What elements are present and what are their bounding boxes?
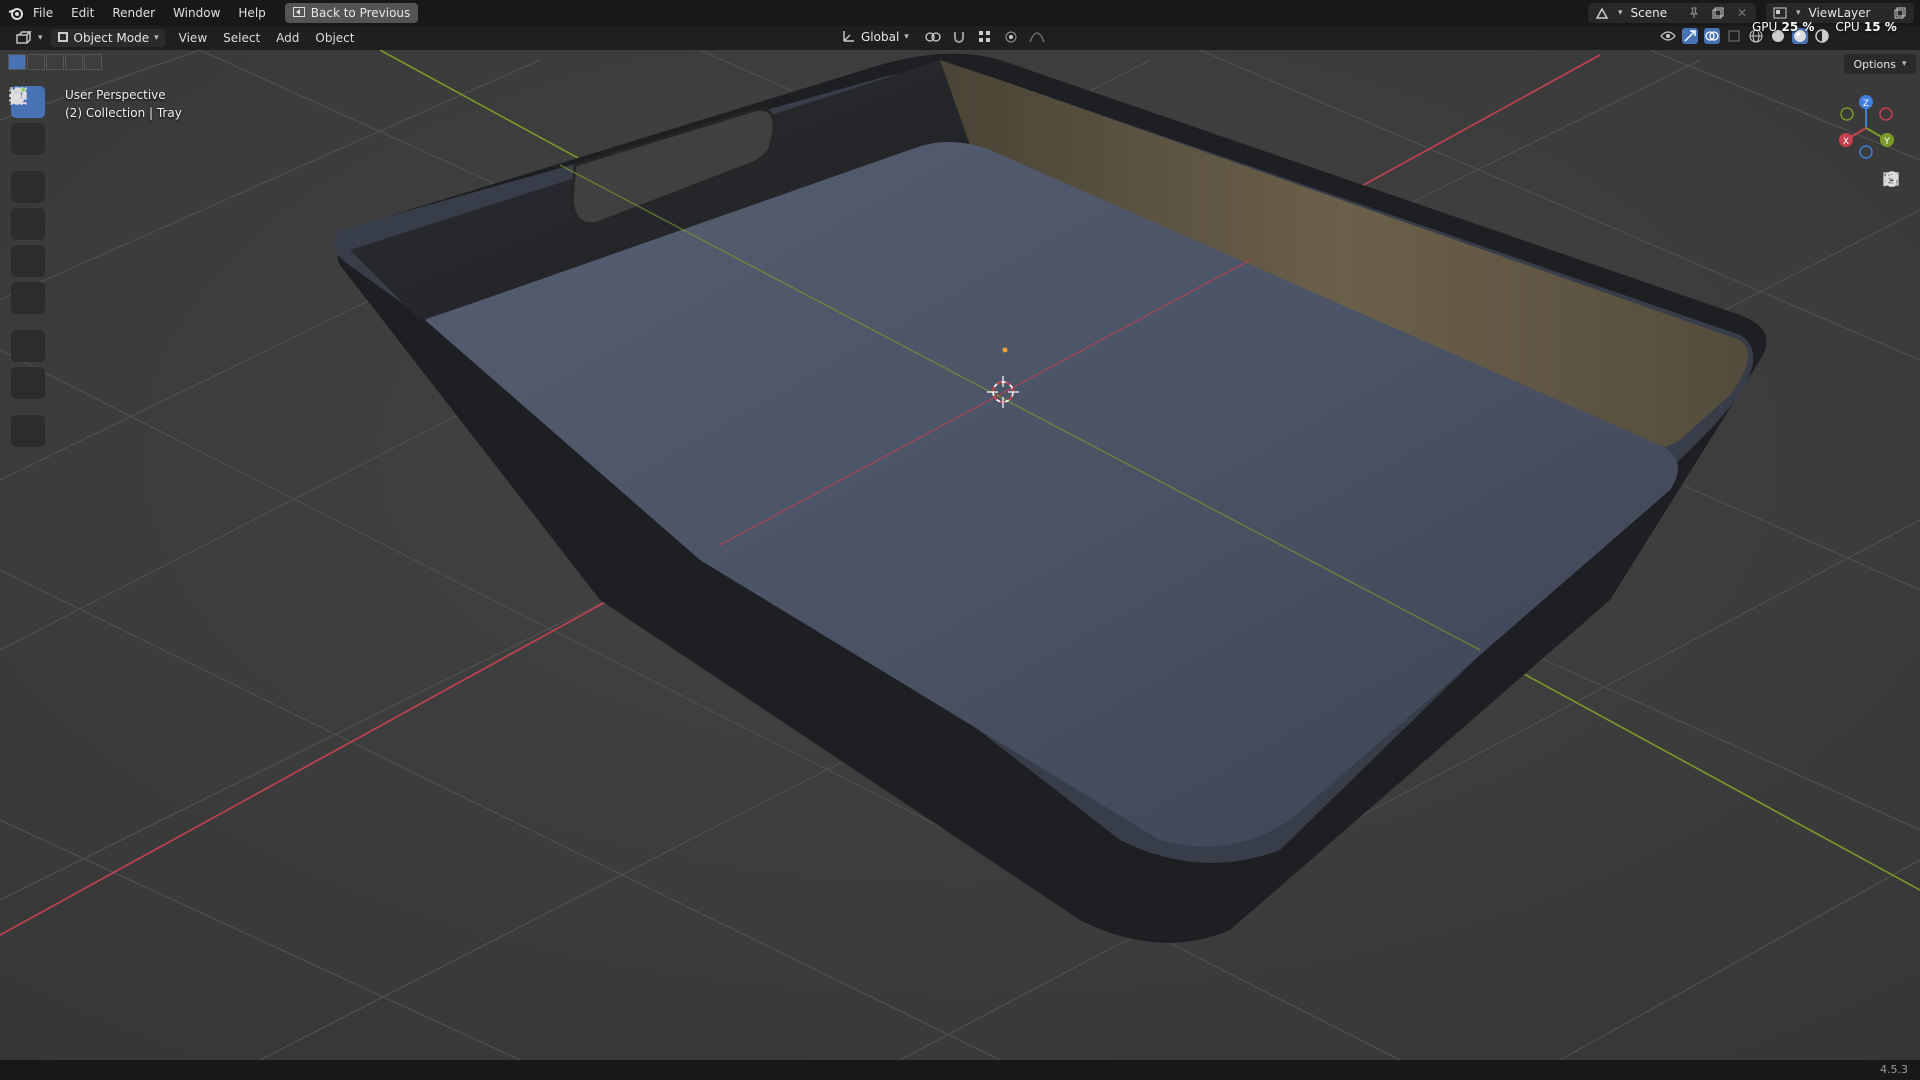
proportional-editing-icon[interactable] xyxy=(1003,29,1019,45)
perspective-toggle-icon[interactable] xyxy=(1882,172,1912,284)
add-cube-icon[interactable] xyxy=(11,87,45,447)
back-to-previous-label: Back to Previous xyxy=(310,6,411,20)
chevron-down-icon: ▾ xyxy=(154,33,159,43)
menu-window[interactable]: Window xyxy=(164,6,229,20)
status-bar: 4.5.3 xyxy=(0,1060,1920,1080)
viewport-scene xyxy=(0,50,1920,1060)
rotate-icon[interactable] xyxy=(11,89,45,240)
chevron-down-icon: ▾ xyxy=(904,32,909,42)
close-icon[interactable]: ✕ xyxy=(1734,5,1750,21)
cpu-value: 15 % xyxy=(1863,20,1897,34)
menu-add[interactable]: Add xyxy=(268,31,307,45)
view-layer-name[interactable]: ViewLayer xyxy=(1809,6,1884,20)
editor-type-icon[interactable] xyxy=(12,30,38,46)
overlays-icon[interactable] xyxy=(1704,28,1720,44)
move-icon[interactable] xyxy=(9,87,45,203)
navigation-buttons xyxy=(1882,170,1912,284)
version-label: 4.5.3 xyxy=(1880,1063,1908,1076)
chevron-down-icon: ▾ xyxy=(1901,59,1907,69)
tool-shelf xyxy=(8,86,48,447)
collection-label: (2) Collection | Tray xyxy=(65,106,182,120)
menu-view[interactable]: View xyxy=(171,31,215,45)
scene-name[interactable]: Scene xyxy=(1631,6,1678,20)
menu-file[interactable]: File xyxy=(24,6,62,20)
pan-hand-icon[interactable] xyxy=(1882,172,1912,224)
back-icon xyxy=(292,6,305,20)
scale-icon[interactable] xyxy=(11,88,45,277)
orientation-icon xyxy=(842,29,856,46)
perspective-label: User Perspective xyxy=(65,88,166,102)
menu-help[interactable]: Help xyxy=(229,6,274,20)
gpu-label: GPU xyxy=(1752,20,1778,34)
options-label: Options xyxy=(1853,57,1896,71)
scene-icon xyxy=(1594,5,1610,21)
snap-grid-icon[interactable] xyxy=(977,29,993,45)
menu-object[interactable]: Object xyxy=(307,31,362,45)
menu-edit[interactable]: Edit xyxy=(62,6,103,20)
gizmo-toggle-icon[interactable] xyxy=(1682,28,1698,44)
falloff-icon[interactable] xyxy=(1029,29,1045,45)
menu-select[interactable]: Select xyxy=(215,31,268,45)
scene-selector[interactable]: ▾ Scene ✕ xyxy=(1588,3,1756,23)
new-view-layer-icon[interactable] xyxy=(1892,5,1908,21)
cpu-label: CPU xyxy=(1835,20,1860,34)
object-mode-icon xyxy=(57,31,69,46)
camera-view-icon[interactable] xyxy=(1882,172,1912,254)
chevron-down-icon: ▾ xyxy=(38,33,43,43)
cursor-icon[interactable] xyxy=(9,87,45,155)
3d-viewport[interactable]: User Perspective (2) Collection | Tray O… xyxy=(0,50,1920,1060)
select-intersect-icon[interactable] xyxy=(84,54,102,70)
visibility-icon[interactable] xyxy=(1660,28,1676,44)
select-new-icon[interactable] xyxy=(8,54,26,70)
chevron-down-icon: ▾ xyxy=(1618,8,1623,18)
snap-icon[interactable] xyxy=(951,29,967,45)
measure-icon[interactable] xyxy=(11,89,45,399)
selection-mode-buttons xyxy=(8,54,102,70)
transform-orientation-dropdown[interactable]: Global ▾ xyxy=(836,28,915,46)
select-invert-icon[interactable] xyxy=(65,54,83,70)
pivot-point-icon[interactable] xyxy=(925,29,941,45)
new-scene-icon[interactable] xyxy=(1710,5,1726,21)
menu-render[interactable]: Render xyxy=(103,6,164,20)
svg-text:Z: Z xyxy=(1863,99,1869,109)
svg-text:X: X xyxy=(1843,137,1849,147)
select-extend-icon[interactable] xyxy=(27,54,45,70)
object-origin xyxy=(1002,347,1008,353)
blender-logo-icon[interactable] xyxy=(8,5,24,21)
transform-icon[interactable] xyxy=(11,90,45,314)
chevron-down-icon: ▾ xyxy=(1796,8,1801,18)
object-mode-label: Object Mode xyxy=(73,31,150,45)
performance-readout: GPU 25 % CPU 15 % xyxy=(1752,20,1897,34)
svg-text:Y: Y xyxy=(1883,137,1890,147)
transform-orientation-label: Global xyxy=(861,30,900,44)
pin-icon[interactable] xyxy=(1686,5,1702,21)
view-layer-icon xyxy=(1772,5,1788,21)
options-dropdown[interactable]: Options ▾ xyxy=(1844,54,1916,74)
annotate-icon[interactable] xyxy=(10,90,45,362)
xray-icon[interactable] xyxy=(1726,28,1742,44)
object-mode-dropdown[interactable]: Object Mode ▾ xyxy=(50,29,165,47)
gpu-value: 25 % xyxy=(1781,20,1815,34)
back-to-previous-button[interactable]: Back to Previous xyxy=(284,3,419,23)
transform-tools: Global ▾ xyxy=(836,28,1045,46)
select-subtract-icon[interactable] xyxy=(46,54,64,70)
viewport-info: User Perspective (2) Collection | Tray xyxy=(65,86,182,122)
